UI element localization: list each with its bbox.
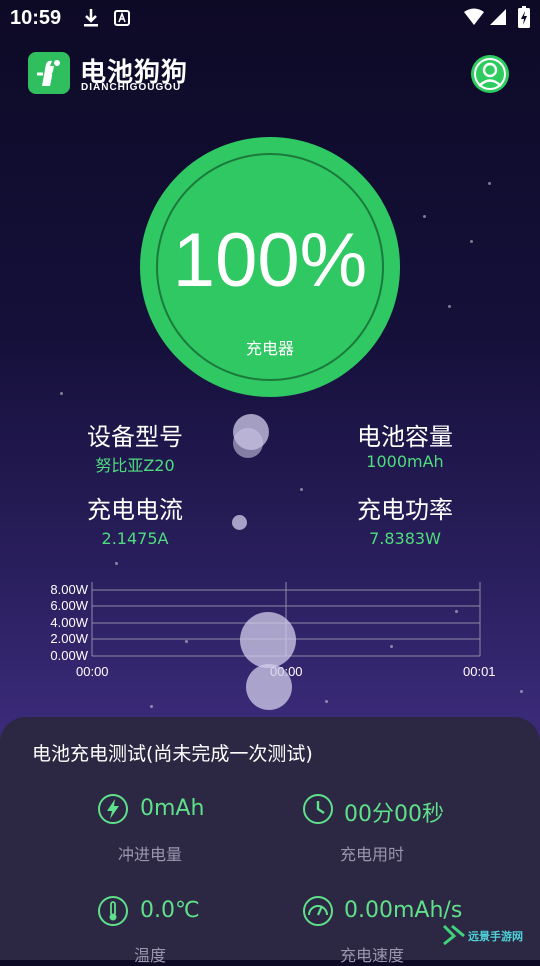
bolt-icon — [98, 794, 128, 824]
y-tick-label: 6.00W — [50, 598, 88, 613]
star-dot — [150, 705, 153, 708]
panel-title: 电池充电测试(尚未完成一次测试) — [32, 743, 313, 765]
thermometer-icon — [98, 896, 128, 926]
clock-icon — [303, 794, 333, 824]
temperature-label: 温度 — [133, 946, 166, 965]
charge-speed-value: 0.00mAh/s — [344, 898, 463, 923]
watermark-logo-icon — [442, 924, 465, 946]
floating-bubble — [233, 428, 263, 458]
speedometer-icon — [303, 896, 333, 926]
star-dot — [325, 700, 328, 703]
charge-time-value: 00分00秒 — [344, 802, 444, 827]
y-tick-label: 8.00W — [50, 582, 88, 597]
x-tick-label: 00:00 — [76, 664, 109, 679]
charged-amount-value: 0mAh — [140, 796, 205, 821]
charge-speed-label: 充电速度 — [339, 946, 404, 965]
temperature-value: 0.0℃ — [140, 898, 200, 923]
y-tick-label: 0.00W — [50, 648, 88, 663]
floating-bubble — [246, 664, 292, 710]
floating-bubble — [232, 515, 247, 530]
x-tick-label: 00:01 — [463, 664, 496, 679]
charged-amount-label: 冲进电量 — [117, 845, 182, 864]
charge-time-label: 充电用时 — [339, 845, 404, 864]
floating-bubble — [240, 612, 296, 668]
y-tick-label: 2.00W — [50, 631, 88, 646]
y-tick-label: 4.00W — [50, 615, 88, 630]
watermark-text: 远景手游网 — [468, 930, 523, 943]
